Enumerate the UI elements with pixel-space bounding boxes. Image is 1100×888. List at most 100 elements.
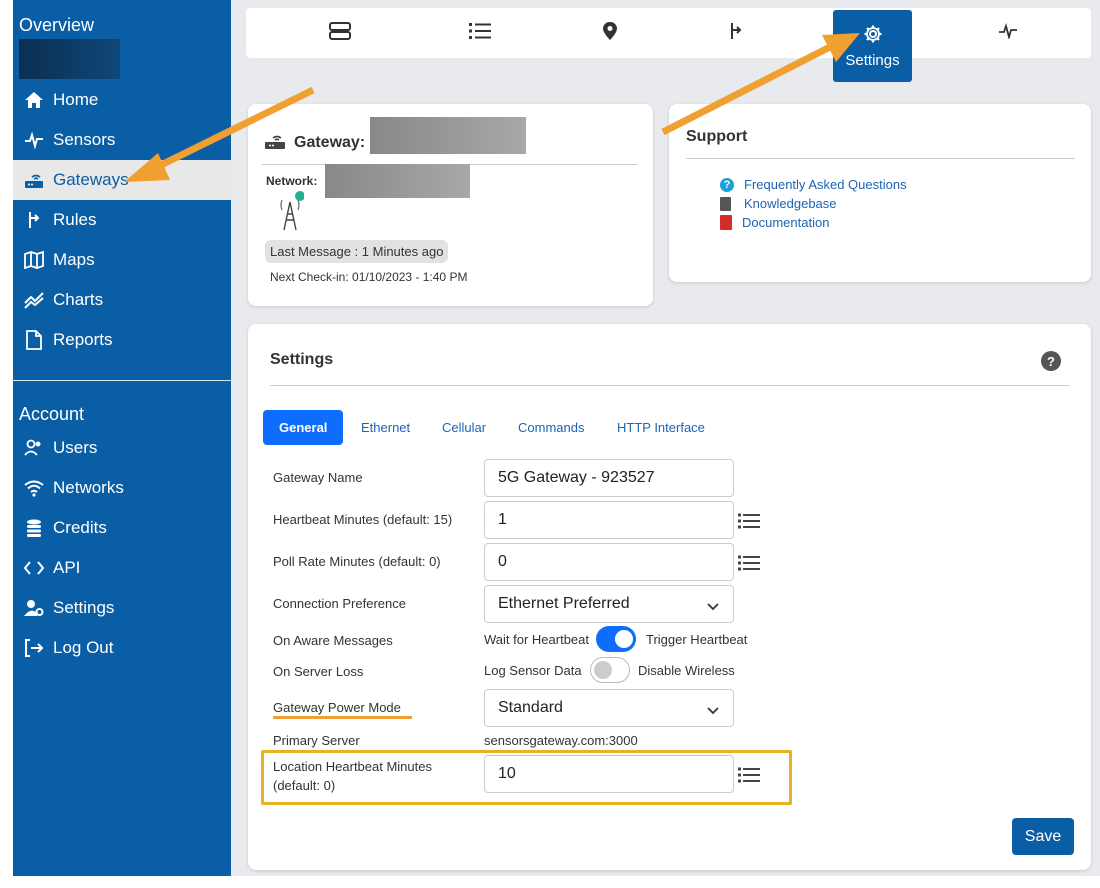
list-icon[interactable] xyxy=(738,767,760,785)
poll-rate-input[interactable]: 0 xyxy=(484,543,734,581)
toolbar-activity-button[interactable] xyxy=(978,8,1038,58)
redacted-gateway-name xyxy=(370,117,526,154)
sidebar-item-networks[interactable]: Networks xyxy=(13,468,231,508)
sidebar-item-maps[interactable]: Maps xyxy=(13,240,231,280)
redacted-account-name xyxy=(19,39,120,79)
knowledgebase-link-text: Knowledgebase xyxy=(744,196,837,211)
sidebar-item-reports[interactable]: Reports xyxy=(13,320,231,360)
heartbeat-input[interactable]: 1 xyxy=(484,501,734,539)
location-heartbeat-input[interactable]: 10 xyxy=(484,755,734,793)
sidebar-item-label: Users xyxy=(53,438,98,457)
sidebar-item-logout[interactable]: Log Out xyxy=(13,628,231,668)
support-title: Support xyxy=(686,128,748,145)
sidebar-item-label: Settings xyxy=(53,598,115,617)
network-label: Network: xyxy=(266,174,318,188)
gateway-icon xyxy=(23,169,45,191)
account-heading: Account xyxy=(19,404,85,424)
knowledgebase-link[interactable]: Knowledgebase xyxy=(720,196,837,211)
signal-tower-icon xyxy=(276,190,305,237)
sidebar-item-api[interactable]: API xyxy=(13,548,231,588)
sidebar-divider xyxy=(13,380,231,381)
tab-http-interface[interactable]: HTTP Interface xyxy=(617,410,705,445)
power-mode-select[interactable]: Standard xyxy=(484,689,734,727)
pulse-icon xyxy=(23,129,45,151)
tab-commands[interactable]: Commands xyxy=(518,410,584,445)
toolbar-list-button[interactable] xyxy=(450,8,510,58)
sidebar-item-settings[interactable]: Settings xyxy=(13,588,231,628)
sidebar-item-label: Credits xyxy=(53,518,107,537)
gateway-title: Gateway: xyxy=(294,134,366,151)
support-divider xyxy=(686,158,1075,159)
sidebar-item-label: API xyxy=(53,558,81,577)
sidebar-item-sensors[interactable]: Sensors xyxy=(13,120,231,160)
redacted-network-name xyxy=(325,164,470,198)
server-loss-label: On Server Loss xyxy=(273,664,364,679)
sidebar-item-label: Log Out xyxy=(53,638,114,657)
sidebar: Overview Home Sensors Gateways Rules Map… xyxy=(13,0,231,876)
toolbar-settings-button[interactable]: Settings xyxy=(833,10,912,82)
sidebar-item-charts[interactable]: Charts xyxy=(13,280,231,320)
gateway-card: Gateway: Network: Last Message : 1 Minut… xyxy=(248,104,653,306)
power-mode-value: Standard xyxy=(498,699,563,716)
sidebar-item-label: Networks xyxy=(53,478,124,497)
settings-card: Settings ? General Ethernet Cellular Com… xyxy=(248,324,1091,870)
pulse-icon xyxy=(998,22,1018,44)
toolbar-location-button[interactable] xyxy=(580,8,640,58)
sidebar-item-label: Rules xyxy=(53,210,97,229)
coins-icon xyxy=(23,517,45,539)
server-loss-toggle[interactable] xyxy=(590,657,630,683)
settings-title: Settings xyxy=(270,351,334,368)
sidebar-item-label: Maps xyxy=(53,250,95,269)
toolbar-overview-button[interactable] xyxy=(310,8,370,58)
help-icon[interactable]: ? xyxy=(1041,351,1061,371)
sidebar-item-rules[interactable]: Rules xyxy=(13,200,231,240)
documentation-link[interactable]: Documentation xyxy=(720,215,829,230)
sidebar-item-credits[interactable]: Credits xyxy=(13,508,231,548)
sidebar-item-label: Gateways xyxy=(53,170,129,189)
sidebar-item-label: Charts xyxy=(53,290,104,309)
poll-rate-label: Poll Rate Minutes (default: 0) xyxy=(273,554,441,569)
sidebar-item-gateways[interactable]: Gateways xyxy=(13,160,231,200)
tab-ethernet[interactable]: Ethernet xyxy=(361,410,410,445)
sidebar-item-home[interactable]: Home xyxy=(13,80,231,120)
sidebar-item-users[interactable]: Users xyxy=(13,428,231,468)
tab-general[interactable]: General xyxy=(263,410,344,445)
toolbar-rules-button[interactable] xyxy=(706,8,766,58)
toolbar-settings-label: Settings xyxy=(845,51,900,69)
gateway-icon xyxy=(264,132,286,155)
faq-link[interactable]: ? Frequently Asked Questions xyxy=(720,177,907,192)
location-heartbeat-label-line1: Location Heartbeat Minutes xyxy=(273,759,432,774)
settings-divider xyxy=(270,385,1070,386)
code-icon xyxy=(23,557,45,579)
support-card: Support ? Frequently Asked Questions Kno… xyxy=(669,104,1091,282)
save-button[interactable]: Save xyxy=(1012,818,1074,855)
map-pin-icon xyxy=(602,21,618,46)
rules-icon xyxy=(23,209,45,231)
rules-icon xyxy=(727,21,745,46)
user-gear-icon xyxy=(23,597,45,619)
documentation-link-text: Documentation xyxy=(742,215,830,230)
server-icon xyxy=(329,21,351,45)
tab-cellular[interactable]: Cellular xyxy=(442,410,486,445)
aware-messages-label: On Aware Messages xyxy=(273,633,393,648)
gear-icon xyxy=(863,24,883,48)
aware-left-label: Wait for Heartbeat xyxy=(484,632,590,647)
main-content: Settings Gateway: Network: Last Message … xyxy=(231,0,1100,876)
list-icon[interactable] xyxy=(738,513,760,531)
wifi-icon xyxy=(23,477,45,499)
aware-toggle[interactable] xyxy=(596,626,636,652)
connection-preference-label: Connection Preference xyxy=(273,596,406,611)
pdf-icon xyxy=(720,215,732,230)
users-icon xyxy=(23,437,45,459)
report-icon xyxy=(23,329,45,351)
location-heartbeat-label-line2: (default: 0) xyxy=(273,778,336,793)
gateway-name-input[interactable]: 5G Gateway - 923527 xyxy=(484,459,734,497)
connection-preference-select[interactable]: Ethernet Preferred xyxy=(484,585,734,623)
gateway-name-label: Gateway Name xyxy=(273,470,363,485)
list-icon[interactable] xyxy=(738,555,760,573)
primary-server-value: sensorsgateway.com:3000 xyxy=(484,733,638,748)
primary-server-label: Primary Server xyxy=(273,733,360,748)
question-circle-icon: ? xyxy=(720,177,734,192)
gateway-toolbar: Settings xyxy=(246,8,1091,82)
book-icon xyxy=(720,196,731,211)
